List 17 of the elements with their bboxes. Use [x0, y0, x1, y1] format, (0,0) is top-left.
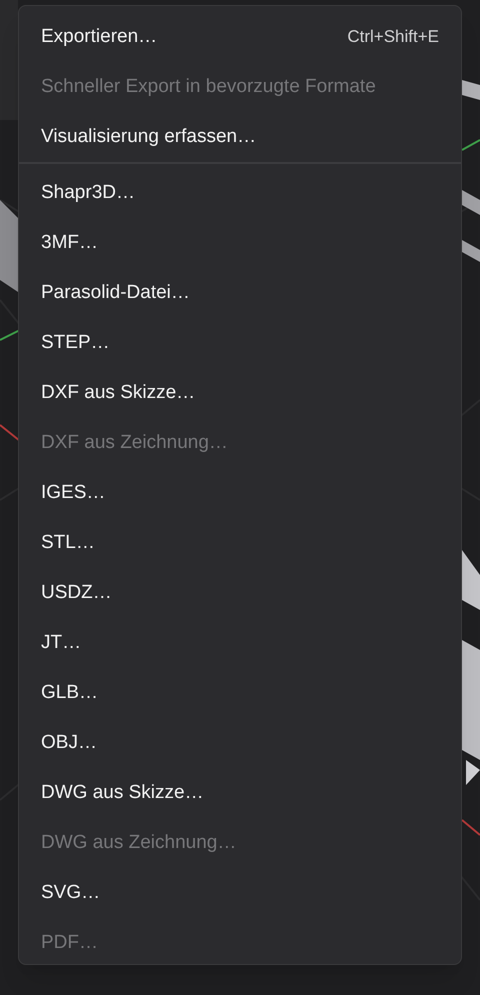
menu-item[interactable]: Shapr3D… — [19, 168, 461, 218]
menu-item[interactable]: IGES… — [19, 468, 461, 518]
menu-item[interactable]: DWG aus Skizze… — [19, 768, 461, 818]
menu-item[interactable]: STL… — [19, 518, 461, 568]
menu-item[interactable]: STEP… — [19, 318, 461, 368]
menu-item[interactable]: GLB… — [19, 668, 461, 718]
menu-item[interactable]: OBJ… — [19, 718, 461, 768]
menu-item[interactable]: JT… — [19, 618, 461, 668]
menu-item[interactable]: SVG… — [19, 868, 461, 918]
shortcut-label: Ctrl+Shift+E — [347, 26, 439, 48]
menu-item[interactable]: 3MF… — [19, 218, 461, 268]
menu-item[interactable]: Visualisierung erfassen… — [19, 112, 461, 162]
menu-item[interactable]: Parasolid-Datei… — [19, 268, 461, 318]
menu-item[interactable]: Exportieren… Ctrl+Shift+E — [19, 12, 461, 62]
menu-item[interactable]: USDZ… — [19, 568, 461, 618]
menu-item-label: Exportieren… — [41, 24, 158, 49]
menu-item[interactable]: DXF aus Skizze… — [19, 368, 461, 418]
